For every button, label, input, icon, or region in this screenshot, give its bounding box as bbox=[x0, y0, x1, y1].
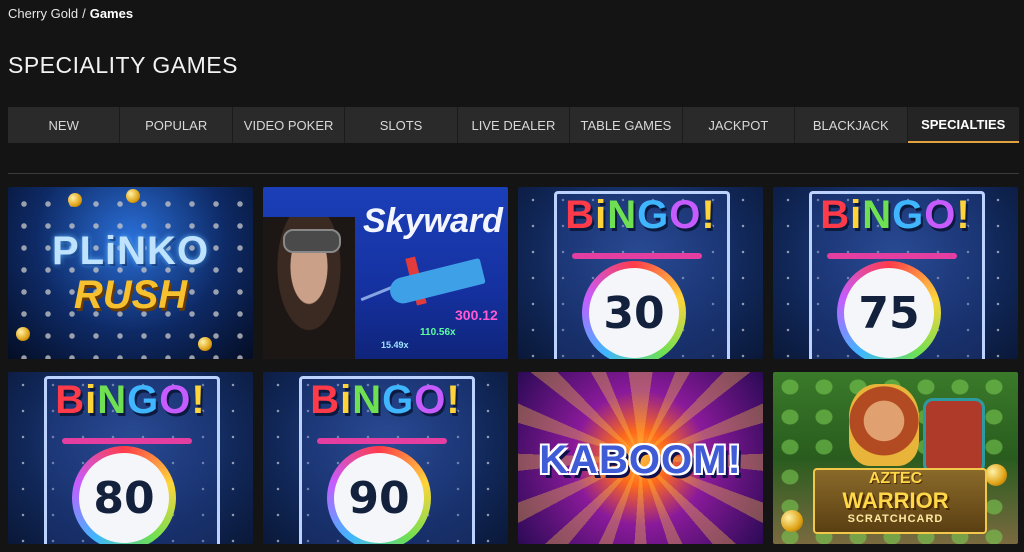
tab-jackpot[interactable]: JACKPOT bbox=[683, 107, 796, 143]
game-tile-bingo-80[interactable]: BiNGO! 80 bbox=[8, 372, 253, 544]
logo-swoosh bbox=[572, 253, 702, 259]
section-divider bbox=[8, 173, 1019, 174]
coin-icon bbox=[16, 327, 30, 341]
bingo-ball: 30 bbox=[582, 261, 686, 359]
goggles-icon bbox=[283, 229, 341, 253]
logo-swoosh bbox=[317, 438, 447, 444]
bingo-logo: BiNGO! bbox=[55, 378, 206, 422]
bingo-ball: 75 bbox=[837, 261, 941, 359]
ball-number: 75 bbox=[844, 268, 934, 358]
coin-icon bbox=[198, 337, 212, 351]
game-logo-line1: AZTEC bbox=[868, 470, 923, 487]
game-tile-aztec-warrior[interactable]: AZTEC WARRIOR SCRATCHCARD bbox=[773, 372, 1018, 544]
tab-slots[interactable]: SLOTS bbox=[345, 107, 458, 143]
game-logo: Skyward bbox=[363, 202, 503, 240]
bingo-logo: BiNGO! bbox=[565, 193, 716, 237]
breadcrumb-separator: / bbox=[82, 6, 86, 21]
multiplier-label: 110.56x bbox=[420, 327, 456, 338]
game-tile-plinko-rush[interactable]: PLiNKO RUSH bbox=[8, 187, 253, 359]
ball-number: 30 bbox=[589, 268, 679, 358]
games-grid: PLiNKO RUSH Skyward 300.12 110.56x 15.49… bbox=[8, 187, 1018, 544]
logo-swoosh bbox=[827, 253, 957, 259]
tab-popular[interactable]: POPULAR bbox=[120, 107, 233, 143]
game-logo-line2: WARRIOR bbox=[842, 488, 949, 513]
airplane-icon bbox=[387, 257, 486, 307]
game-tile-skyward[interactable]: Skyward 300.12 110.56x 15.49x bbox=[263, 187, 508, 359]
bingo-logo: BiNGO! bbox=[310, 378, 461, 422]
game-tile-kaboom[interactable]: KABOOM! bbox=[518, 372, 763, 544]
game-tile-bingo-90[interactable]: BiNGO! 90 bbox=[263, 372, 508, 544]
coin-icon bbox=[126, 189, 140, 203]
tab-video-poker[interactable]: VIDEO POKER bbox=[233, 107, 346, 143]
coin-icon bbox=[68, 193, 82, 207]
breadcrumb-home-link[interactable]: Cherry Gold bbox=[8, 6, 78, 21]
multiplier-label: 300.12 bbox=[455, 307, 498, 323]
game-logo-line2: RUSH bbox=[73, 273, 188, 317]
breadcrumb: Cherry Gold / Games bbox=[8, 6, 133, 21]
bingo-logo: BiNGO! bbox=[820, 193, 971, 237]
tab-live-dealer[interactable]: LIVE DEALER bbox=[458, 107, 571, 143]
game-tile-bingo-75[interactable]: BiNGO! 75 bbox=[773, 187, 1018, 359]
tab-new[interactable]: NEW bbox=[8, 107, 121, 143]
game-logo-line1: PLiNKO bbox=[51, 229, 210, 273]
bingo-ball: 90 bbox=[327, 446, 431, 544]
game-logo-line3: SCRATCHCARD bbox=[847, 513, 944, 525]
breadcrumb-current: Games bbox=[89, 6, 134, 21]
tab-specialties[interactable]: SPECIALTIES bbox=[907, 107, 1019, 143]
bingo-ball: 80 bbox=[72, 446, 176, 544]
ball-number: 90 bbox=[334, 453, 424, 543]
tiki-mask-illustration bbox=[923, 398, 985, 474]
category-tabs: NEW POPULAR VIDEO POKER SLOTS LIVE DEALE… bbox=[8, 107, 1019, 143]
tab-table-games[interactable]: TABLE GAMES bbox=[570, 107, 683, 143]
ball-number: 80 bbox=[79, 453, 169, 543]
game-logo: KABOOM! bbox=[539, 438, 742, 482]
page-title: SPECIALITY GAMES bbox=[8, 52, 238, 78]
logo-swoosh bbox=[62, 438, 192, 444]
tab-blackjack[interactable]: BLACKJACK bbox=[795, 107, 908, 143]
game-tile-bingo-30[interactable]: BiNGO! 30 bbox=[518, 187, 763, 359]
multiplier-label: 15.49x bbox=[381, 340, 409, 350]
warrior-illustration bbox=[849, 384, 919, 466]
